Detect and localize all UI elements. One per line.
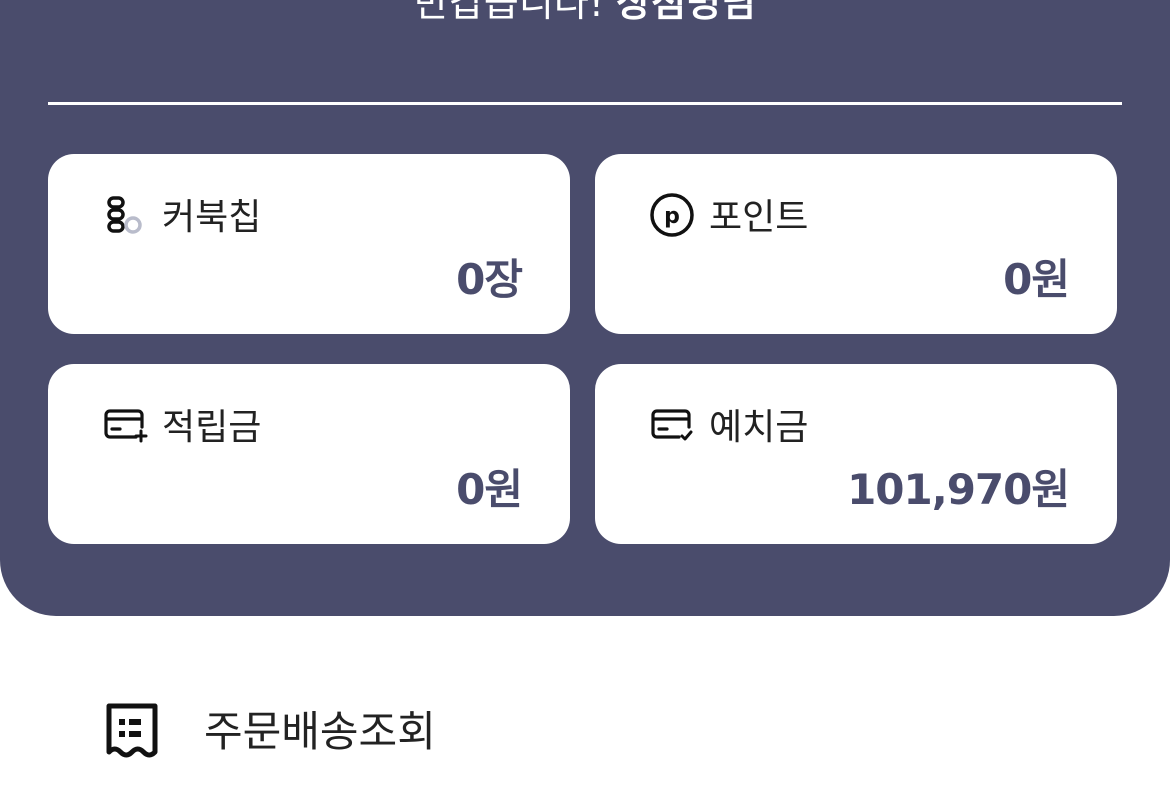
menu-item-order-tracking[interactable]: 주문배송조회 xyxy=(0,672,1170,782)
coupon-chip-icon xyxy=(102,192,148,238)
card-label: 예치금 xyxy=(709,407,809,448)
receipt-icon xyxy=(104,702,160,762)
card-label: 커북칩 xyxy=(162,197,262,238)
card-reward[interactable]: 적립금 0원 xyxy=(48,364,570,544)
greeting-name: 상점명님 xyxy=(616,0,756,25)
card-plus-icon xyxy=(102,402,148,448)
card-value: 0원 xyxy=(1003,255,1070,304)
card-label: 적립금 xyxy=(162,407,262,448)
account-summary-header: 반갑습니다! 상점명님 커북칩 0장 p 포인트 0원 적립금 0원 예치금 1… xyxy=(0,0,1170,616)
divider xyxy=(48,102,1122,105)
greeting-text: 반갑습니다! 상점명님 xyxy=(0,0,1170,27)
card-value: 0장 xyxy=(456,255,523,304)
card-value: 101,970원 xyxy=(847,465,1070,514)
svg-text:p: p xyxy=(664,204,680,229)
card-point[interactable]: p 포인트 0원 xyxy=(595,154,1117,334)
card-check-icon xyxy=(649,402,695,448)
card-value: 0원 xyxy=(456,465,523,514)
card-coupon-chip[interactable]: 커북칩 0장 xyxy=(48,154,570,334)
menu-item-label: 주문배송조회 xyxy=(204,707,436,756)
greeting-prefix: 반갑습니다! xyxy=(414,0,605,25)
point-icon: p xyxy=(649,192,695,238)
card-deposit[interactable]: 예치금 101,970원 xyxy=(595,364,1117,544)
card-label: 포인트 xyxy=(709,197,809,238)
